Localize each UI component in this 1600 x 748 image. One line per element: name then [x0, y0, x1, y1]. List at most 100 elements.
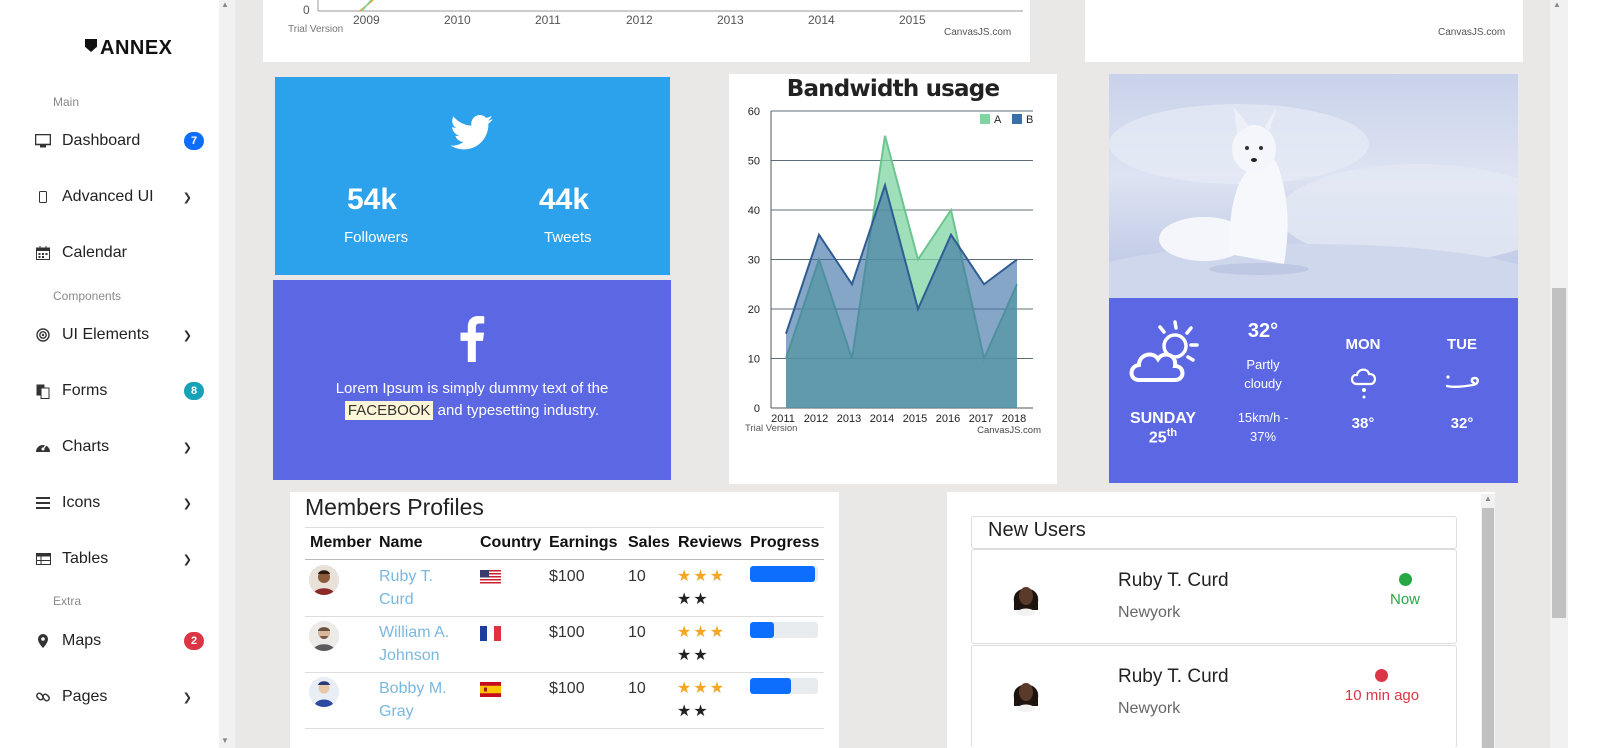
- map-pin-icon: [34, 632, 52, 650]
- members-profiles-card: Members Profiles Member Name Country Ear…: [290, 492, 839, 748]
- user-name: Ruby T. Curd: [1118, 666, 1229, 687]
- x-tick-label: 2013: [837, 413, 861, 425]
- table-icon: [34, 550, 52, 568]
- weather-date: 25th: [1127, 427, 1199, 447]
- canvasjs-credit-link[interactable]: CanvasJS.com: [944, 27, 1011, 38]
- wind-humidity: 15km/h - 37%: [1237, 410, 1289, 444]
- sidebar-item-forms[interactable]: Forms 8: [34, 376, 204, 406]
- forecast-day-mon: MON: [1345, 336, 1381, 353]
- column-header-sales: Sales: [628, 534, 670, 551]
- es-flag-icon: [480, 682, 501, 697]
- column-header-country: Country: [480, 534, 542, 551]
- y-tick-label: 50: [748, 156, 760, 168]
- member-earnings: $100: [549, 624, 585, 641]
- legend-swatch-a: [980, 114, 990, 124]
- partly-cloudy-sun-icon: [1127, 318, 1201, 393]
- user-list-item[interactable]: Ruby T. Curd Newyork 10 min ago: [971, 645, 1457, 748]
- sidebar-item-maps[interactable]: Maps 2: [34, 626, 204, 656]
- chevron-down-icon: ❯: [182, 691, 192, 704]
- chevron-down-icon: ❯: [182, 441, 192, 454]
- legend-swatch-b: [1012, 114, 1022, 124]
- sidebar-scrollbar[interactable]: [219, 0, 235, 748]
- tweets-count: 44k: [539, 183, 590, 216]
- followers-count: 54k: [347, 183, 398, 216]
- member-avatar[interactable]: [309, 565, 339, 595]
- x-tick-label: 2017: [969, 413, 993, 425]
- sidebar-item-label: Pages: [62, 688, 108, 705]
- sidebar-item-ui-elements[interactable]: UI Elements ❯: [34, 320, 204, 350]
- page-scroll-up-icon[interactable]: ▲: [1553, 0, 1561, 9]
- calendar-icon: [34, 244, 52, 262]
- sidebar-item-calendar[interactable]: Calendar: [34, 238, 204, 268]
- link-icon: [34, 688, 52, 706]
- column-header-progress: Progress: [750, 534, 820, 551]
- user-city: Newyork: [1118, 700, 1181, 717]
- page-scroll-thumb[interactable]: [1552, 288, 1566, 618]
- legend-label-a: A: [994, 114, 1002, 126]
- sidebar-item-advanced-ui[interactable]: Advanced UI ❯: [34, 182, 204, 212]
- scroll-up-arrow-icon[interactable]: ▲: [1484, 494, 1492, 503]
- canvasjs-credit-link[interactable]: CanvasJS.com: [1438, 27, 1505, 38]
- member-name-link[interactable]: Ruby T. Curd: [379, 565, 469, 611]
- sidebar-item-charts[interactable]: Charts ❯: [34, 432, 204, 462]
- canvasjs-credit-link[interactable]: CanvasJS.com: [977, 425, 1041, 436]
- member-earnings: $100: [549, 680, 585, 697]
- sidebar-item-label: Dashboard: [62, 132, 141, 149]
- bandwidth-area-chart: 01020304050602011 2012 2013 2014 2015 2016 201…: [745, 106, 1041, 436]
- y-tick-label: 0: [754, 403, 760, 415]
- scroll-up-arrow-icon[interactable]: ▲: [221, 0, 233, 10]
- twitter-stats-card: 54k Followers 44k Tweets: [275, 77, 670, 275]
- member-sales: 10: [628, 624, 646, 641]
- member-avatar[interactable]: [309, 677, 339, 707]
- shield-icon: [85, 39, 97, 52]
- followers-label: Followers: [344, 229, 409, 246]
- member-earnings: $100: [549, 568, 585, 585]
- members-title: Members Profiles: [305, 494, 484, 520]
- y-tick-label: 60: [748, 106, 760, 118]
- y-tick-label: 0: [303, 3, 310, 17]
- member-name-link[interactable]: William A. Johnson: [379, 621, 469, 667]
- new-users-title: New Users: [988, 519, 1086, 541]
- user-avatar: [1007, 578, 1045, 616]
- member-progress-bar: [750, 678, 818, 694]
- facebook-description: Lorem Ipsum is simply dummy text of the …: [303, 378, 641, 422]
- column-header-member: Member: [310, 534, 372, 551]
- user-list-item[interactable]: Ruby T. Curd Newyork Now: [971, 549, 1457, 644]
- member-avatar[interactable]: [309, 621, 339, 651]
- sidebar-item-pages[interactable]: Pages ❯: [34, 682, 204, 712]
- x-tick-label: 2012: [804, 413, 828, 425]
- new-users-scroll-thumb[interactable]: [1482, 508, 1494, 748]
- thought-cloud-icon: [1350, 366, 1378, 405]
- chevron-down-icon: ❯: [182, 191, 192, 204]
- sidebar-item-label: Tables: [62, 550, 109, 567]
- bandwidth-chart-card: Bandwidth usage 0 10 20 30 40 50 60 2011 2012 201…: [729, 74, 1057, 484]
- sidebar: ANNEX Main Dashboard 7 Advanced UI ❯ Cal…: [0, 0, 219, 748]
- brand-logo[interactable]: ANNEX: [85, 37, 173, 60]
- x-tick-label: 2013: [717, 13, 744, 27]
- sidebar-item-icons[interactable]: Icons ❯: [34, 488, 204, 518]
- sidebar-item-tables[interactable]: Tables ❯: [34, 544, 204, 574]
- sidebar-item-dashboard[interactable]: Dashboard 7: [34, 126, 204, 156]
- user-city: Newyork: [1118, 604, 1181, 621]
- review-stars: ★★★ ★★: [677, 624, 727, 664]
- new-users-header: New Users: [971, 516, 1457, 549]
- member-name-link[interactable]: Bobby M. Gray: [379, 677, 469, 723]
- trial-version-label: Trial Version: [745, 423, 797, 434]
- page-margin: [1568, 0, 1600, 748]
- forecast-temp-tue: 32°: [1450, 415, 1474, 432]
- x-tick-label: 2018: [1002, 413, 1026, 425]
- away-status-dot: [1375, 669, 1388, 682]
- x-tick-label: 2009: [353, 13, 380, 27]
- y-tick-label: 20: [748, 304, 760, 316]
- scroll-down-arrow-icon[interactable]: ▼: [221, 736, 233, 746]
- monitor-icon: [34, 132, 52, 150]
- sidebar-item-label: Charts: [62, 438, 110, 455]
- sidebar-item-label: Advanced UI: [62, 188, 154, 205]
- twitter-bird-icon: [450, 115, 494, 156]
- y-tick-label: 10: [748, 354, 760, 366]
- sidebar-item-label: UI Elements: [62, 326, 150, 343]
- review-stars: ★★★ ★★: [677, 680, 727, 720]
- x-tick-label: 2015: [899, 13, 926, 27]
- user-avatar: [1007, 674, 1045, 712]
- facebook-card: Lorem Ipsum is simply dummy text of the …: [273, 280, 671, 480]
